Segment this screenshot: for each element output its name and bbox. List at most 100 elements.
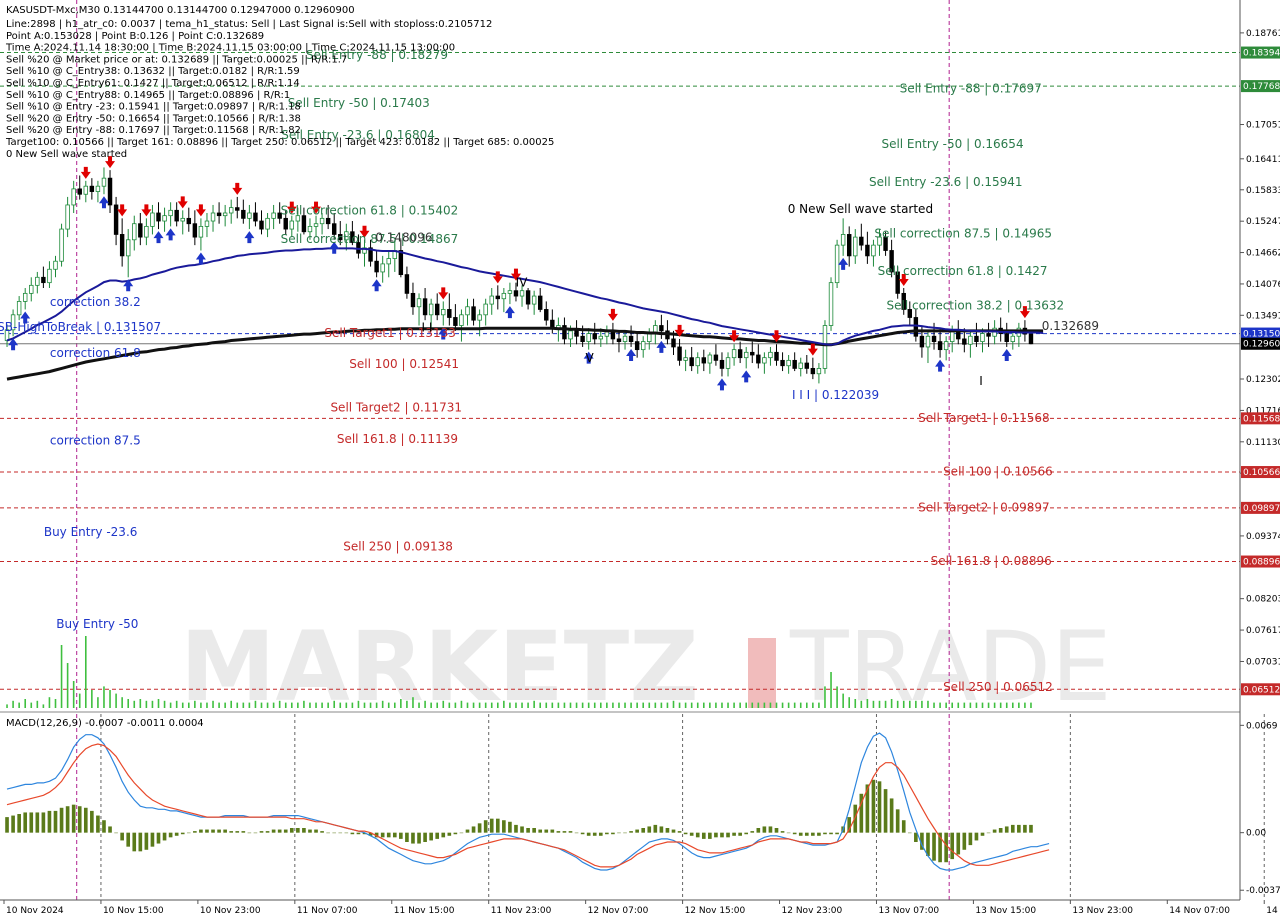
volume-bar xyxy=(333,700,336,708)
candle-body xyxy=(725,357,731,369)
macd-histogram-bar xyxy=(405,832,409,842)
volume-bar xyxy=(636,702,638,708)
chart-annotation: Sell 100 | 0.10566 xyxy=(943,465,1053,479)
candle-body xyxy=(483,303,488,316)
candle-body xyxy=(531,295,537,305)
chart-annotation: Sell 250 | 0.09138 xyxy=(343,540,453,554)
volume-bar xyxy=(1005,702,1008,708)
volume-bar xyxy=(678,702,681,708)
macd-axis[interactable]: 0.0069 0.00 -0.0037 xyxy=(1240,721,1280,896)
candle-body xyxy=(519,290,525,297)
macd-histogram-bar xyxy=(435,832,440,839)
candle-body xyxy=(501,292,507,300)
macd-histogram-bar xyxy=(53,810,58,833)
volume-bar xyxy=(278,700,281,708)
macd-histogram-bar xyxy=(1017,824,1021,833)
macd-histogram-bar xyxy=(877,781,882,833)
candle-body xyxy=(441,309,446,316)
macd-histogram-bar xyxy=(465,829,470,833)
time-tick-label: 14 Nov 07:00 xyxy=(1169,906,1230,916)
volume-bar xyxy=(212,700,214,708)
macd-label: MACD(12,26,9) -0.0007 -0.0011 0.0004 xyxy=(6,718,204,729)
info-line: Target100: 0.10566 || Target 161: 0.0889… xyxy=(5,137,554,148)
macd-histogram-bar xyxy=(786,832,791,834)
volume-bar xyxy=(260,702,263,708)
volume-bar xyxy=(981,702,984,708)
macd-histogram-bar xyxy=(47,810,52,833)
volume-bar xyxy=(672,700,675,708)
volume-bar xyxy=(515,702,517,708)
time-axis[interactable]: 10 Nov 2024 10 Nov 15:00 10 Nov 23:00 11 No… xyxy=(0,899,1280,916)
macd-histogram-bar xyxy=(526,828,530,833)
candle-body xyxy=(713,354,719,361)
macd-histogram-bar xyxy=(944,832,948,863)
volume-bar xyxy=(812,702,814,708)
macd-histogram-bar xyxy=(774,828,779,833)
candle-body xyxy=(119,234,125,257)
volume-bar xyxy=(66,663,69,708)
volume-bar xyxy=(624,702,626,708)
volume-bar xyxy=(775,702,778,708)
macd-histogram-bar xyxy=(750,831,755,833)
volume-bar xyxy=(430,702,432,708)
candle-body xyxy=(313,223,319,227)
volume-bar xyxy=(939,702,941,708)
candle-body xyxy=(156,212,161,222)
macd-histogram-bar xyxy=(544,829,549,833)
volume-bar xyxy=(805,702,808,708)
candle-body xyxy=(974,335,979,343)
candle-body xyxy=(786,359,791,367)
volume-bar xyxy=(200,702,202,708)
candle-body xyxy=(671,338,676,348)
volume-bar xyxy=(587,702,590,708)
candle-body xyxy=(756,354,761,364)
macd-histogram-bar xyxy=(701,832,706,839)
macd-histogram-bar xyxy=(514,824,518,833)
volume-bar xyxy=(509,702,511,708)
volume-bar xyxy=(454,702,457,708)
candle-body xyxy=(640,341,646,351)
macd-histogram-bar xyxy=(168,832,173,838)
volume-bar xyxy=(769,702,772,708)
macd-histogram-bar xyxy=(665,828,670,833)
price-tick-label: 0.14662 xyxy=(1246,249,1280,259)
price-tick-label: 0.18761 xyxy=(1246,29,1280,39)
candle-body xyxy=(53,260,58,270)
macd-histogram-bar xyxy=(71,804,76,833)
candle-body xyxy=(853,236,858,257)
candle-body xyxy=(410,292,416,308)
volume-bar xyxy=(1030,702,1032,708)
candle-body xyxy=(962,338,967,345)
volume-bar xyxy=(266,702,269,708)
chart-annotation: Sell Target2 | 0.11731 xyxy=(330,400,462,414)
volume-bar xyxy=(799,702,802,708)
chart-annotation: Sell Entry -50 | 0.16654 xyxy=(881,137,1023,151)
candle-body xyxy=(271,212,276,219)
chart-annotation: Buy Entry -23.6 xyxy=(44,525,138,539)
volume-bar xyxy=(557,702,560,708)
volume-bar xyxy=(151,700,154,708)
volume-bar xyxy=(163,700,166,708)
volume-bar xyxy=(236,702,239,708)
volume-bar xyxy=(872,700,875,708)
chart-annotation: IV xyxy=(516,275,529,289)
chart-annotation: Sell 161.8 | 0.11139 xyxy=(337,432,458,446)
macd-histogram-bar xyxy=(744,832,749,835)
volume-bar xyxy=(763,702,766,708)
volume-bar xyxy=(848,697,851,708)
macd-histogram-bar xyxy=(508,821,512,833)
volume-bar xyxy=(866,699,869,708)
price-tick-label: 0.07617 xyxy=(1246,626,1280,636)
candle-body xyxy=(616,338,622,343)
macd-histogram-bar xyxy=(574,832,579,834)
candle-body xyxy=(125,239,131,257)
price-axis[interactable]: 0.18761 0.17051 0.16411 0.15833 0.15247 0.146… xyxy=(1239,0,1280,900)
candle-body xyxy=(241,209,246,219)
candle-body xyxy=(138,223,143,238)
volume-bar xyxy=(818,702,820,708)
macd-histogram-bar xyxy=(792,832,797,835)
macd-histogram-bar xyxy=(23,812,28,833)
macd-histogram-bar xyxy=(871,779,876,833)
macd-histogram-bar xyxy=(241,831,246,833)
volume-bar xyxy=(660,702,663,708)
